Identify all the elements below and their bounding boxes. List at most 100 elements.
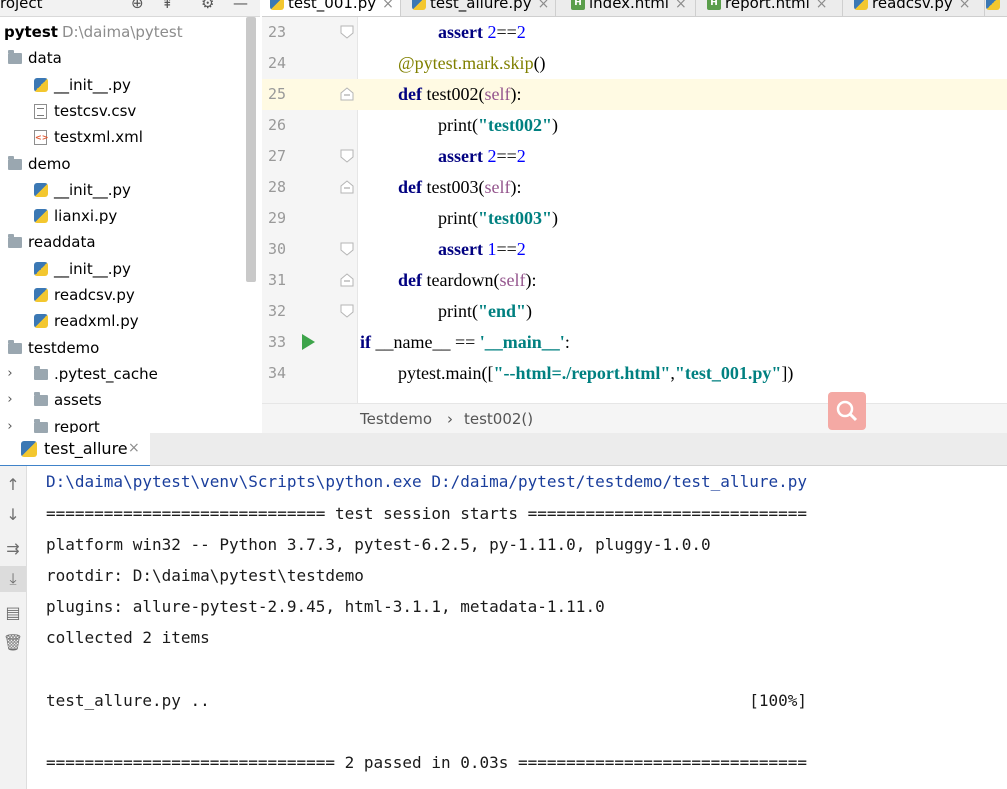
- python-icon: [21, 441, 37, 457]
- line-number: 33: [267, 333, 286, 351]
- run-tab[interactable]: test_allure ×: [0, 433, 150, 467]
- fold-end-icon[interactable]: [340, 25, 354, 39]
- tree-item[interactable]: › .pytest_cache: [0, 361, 245, 387]
- python-file-icon: [34, 314, 48, 329]
- chevron-right-icon[interactable]: ›: [4, 361, 16, 387]
- tab-readcsv[interactable]: readcsv.py ×: [846, 0, 985, 16]
- code-line[interactable]: 34 pytest.main(["--html=./report.html","…: [262, 358, 1007, 389]
- code-text: print("test003"): [438, 208, 558, 228]
- code-line[interactable]: 24 @pytest.mark.skip(): [262, 48, 1007, 79]
- tree-item[interactable]: › report: [0, 414, 245, 434]
- print-icon[interactable]: ▤: [0, 600, 26, 626]
- tree-item[interactable]: readdata: [0, 229, 245, 255]
- project-header: roject ⊕ ⇞ ⚙ —: [0, 0, 260, 17]
- code-line[interactable]: 26 print("test002"): [262, 110, 1007, 141]
- code-editor[interactable]: 23 assert 2==2 24 @pytest.mark.skip() 25…: [262, 17, 1007, 403]
- search-icon[interactable]: [828, 392, 866, 430]
- console-line[interactable]: D:\daima\pytest\venv\Scripts\python.exe …: [46, 472, 807, 492]
- line-number: 23: [267, 23, 286, 41]
- close-icon[interactable]: ×: [675, 0, 687, 12]
- fold-end-icon[interactable]: [340, 149, 354, 163]
- tree-item[interactable]: pytest D:\daima\pytest: [0, 19, 245, 45]
- tree-item[interactable]: lianxi.py: [0, 203, 245, 229]
- line-number: 25: [267, 85, 286, 103]
- tree-item[interactable]: readxml.py: [0, 308, 245, 334]
- tree-item-label: testcsv.csv: [54, 101, 137, 120]
- close-icon[interactable]: ×: [538, 0, 550, 12]
- tab-overflow[interactable]: [978, 0, 1007, 16]
- tree-item-label: testxml.xml: [54, 128, 143, 147]
- line-number: 31: [267, 271, 286, 289]
- python-icon: [270, 0, 284, 10]
- code-text: print("end"): [438, 301, 532, 321]
- code-line[interactable]: 33 if __name__ == '__main__':: [262, 327, 1007, 358]
- code-line[interactable]: 30 assert 1==2: [262, 234, 1007, 265]
- line-number: 30: [267, 240, 286, 258]
- code-line[interactable]: 32 print("end"): [262, 296, 1007, 327]
- fold-start-icon[interactable]: [340, 180, 354, 194]
- fold-start-icon[interactable]: [340, 273, 354, 287]
- close-icon[interactable]: ×: [959, 0, 971, 12]
- close-icon[interactable]: ×: [128, 440, 140, 456]
- tab-label: test_001.py: [288, 0, 377, 12]
- run-toolbar: ↑ ↓ ⇉ ⤓ ▤ 🗑: [0, 466, 27, 789]
- tree-item[interactable]: demo: [0, 151, 245, 177]
- collapse-all-icon[interactable]: ⇞: [161, 0, 174, 13]
- project-header-title[interactable]: roject: [0, 0, 43, 12]
- breadcrumb-method[interactable]: test002(): [464, 410, 533, 428]
- python-file-icon: [34, 261, 48, 276]
- tree-item-label: lianxi.py: [54, 207, 118, 226]
- tab-test-allure[interactable]: test_allure.py ×: [404, 0, 556, 16]
- code-text: pytest.main(["--html=./report.html","tes…: [398, 363, 794, 383]
- code-line[interactable]: 31 def teardown(self):: [262, 265, 1007, 296]
- tree-item-label: .pytest_cache: [54, 364, 158, 383]
- scroll-to-end-icon[interactable]: ⤓: [0, 566, 26, 592]
- code-line[interactable]: 27 assert 2==2: [262, 141, 1007, 172]
- code-text: print("test002"): [438, 115, 558, 135]
- xml-file-icon: [34, 130, 48, 146]
- close-icon[interactable]: ×: [816, 0, 828, 12]
- scroll-up-icon[interactable]: ↑: [0, 472, 26, 498]
- trash-icon[interactable]: 🗑: [0, 630, 26, 656]
- fold-start-icon[interactable]: [340, 87, 354, 101]
- tree-item[interactable]: readcsv.py: [0, 282, 245, 308]
- project-scrollbar[interactable]: [246, 17, 256, 282]
- tree-item[interactable]: testdemo: [0, 335, 245, 361]
- tree-item[interactable]: › assets: [0, 387, 245, 413]
- tab-label: readcsv.py: [872, 0, 953, 12]
- scroll-down-icon[interactable]: ↓: [0, 502, 26, 528]
- tree-item[interactable]: testxml.xml: [0, 124, 245, 150]
- tree-item[interactable]: __init__.py: [0, 177, 245, 203]
- fold-end-icon[interactable]: [340, 242, 354, 256]
- fold-end-icon[interactable]: [340, 304, 354, 318]
- chevron-right-icon[interactable]: ›: [4, 387, 16, 413]
- breadcrumb-class[interactable]: Testdemo: [360, 410, 432, 428]
- code-line[interactable]: 23 assert 2==2: [262, 17, 1007, 48]
- code-text: @pytest.mark.skip(): [398, 53, 546, 73]
- tab-index-html[interactable]: Hindex.html ×: [563, 0, 696, 16]
- tree-item-label: __init__.py: [54, 180, 131, 199]
- console-output[interactable]: D:\daima\pytest\venv\Scripts\python.exe …: [27, 466, 1007, 789]
- folder-icon: [34, 365, 48, 380]
- code-line[interactable]: 29 print("test003"): [262, 203, 1007, 234]
- html-icon: H: [707, 0, 721, 10]
- tab-label: report.html: [725, 0, 810, 12]
- tab-test-001[interactable]: test_001.py ×: [262, 0, 401, 16]
- tree-item[interactable]: data: [0, 45, 245, 71]
- code-line-current[interactable]: 25 def test002(self):: [262, 79, 1007, 110]
- gear-icon[interactable]: ⚙: [201, 0, 214, 13]
- code-line[interactable]: 28 def test003(self):: [262, 172, 1007, 203]
- close-icon[interactable]: ×: [382, 0, 394, 12]
- tree-item-label: demo: [28, 154, 71, 173]
- tab-report-html[interactable]: Hreport.html ×: [699, 0, 843, 16]
- tree-item[interactable]: __init__.py: [0, 256, 245, 282]
- chevron-right-icon[interactable]: ›: [4, 414, 16, 434]
- globe-icon[interactable]: ⊕: [131, 0, 144, 13]
- run-icon[interactable]: [302, 334, 315, 350]
- tree-item-label: readdata: [28, 233, 96, 252]
- tree-item[interactable]: __init__.py: [0, 72, 245, 98]
- tree-item-label: pytest: [4, 23, 58, 41]
- tree-item[interactable]: testcsv.csv: [0, 98, 245, 124]
- minimize-icon[interactable]: —: [233, 0, 248, 13]
- soft-wrap-icon[interactable]: ⇉: [0, 536, 26, 562]
